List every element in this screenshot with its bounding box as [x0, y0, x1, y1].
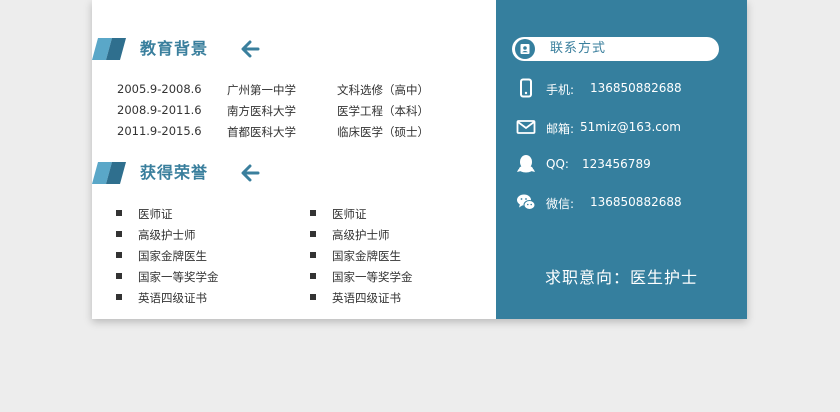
bullet-square-icon [310, 273, 316, 279]
bullet-square-icon [116, 210, 122, 216]
wechat-value: 136850882688 [590, 195, 682, 209]
honor-label: 医师证 [332, 207, 367, 221]
bullet-square-icon [310, 294, 316, 300]
bullet-square-icon [310, 210, 316, 216]
arrow-left-icon [241, 40, 260, 58]
job-intent: 求职意向：医生护士 [544, 268, 698, 287]
wechat-label: 微信: [546, 197, 575, 211]
phone-label: 手机: [546, 83, 575, 97]
contact-header: 联系方式 [512, 37, 719, 61]
arrow-left-icon [241, 164, 260, 182]
phone-icon [520, 78, 532, 98]
bullet-square-icon [116, 273, 122, 279]
honors-title: 获得荣誉 [140, 163, 209, 182]
bullet-square-icon [116, 252, 122, 258]
email-value: 51miz@163.com [580, 120, 681, 134]
education-major: 医学工程（本科） [337, 104, 429, 118]
contact-title: 联系方式 [550, 41, 607, 56]
bullet-square-icon [116, 294, 122, 300]
education-major: 临床医学（硕士） [337, 125, 429, 139]
contact-panel: 联系方式 手机: 136850882688 邮箱: 51miz@163.com [496, 0, 747, 319]
education-school: 广州第一中学 [227, 83, 296, 97]
bullet-square-icon [310, 252, 316, 258]
education-major: 文科选修（高中） [337, 83, 429, 97]
mail-icon [516, 120, 536, 134]
honor-label: 国家金牌医生 [138, 249, 207, 263]
honor-label: 高级护士师 [138, 228, 196, 242]
email-label: 邮箱: [546, 122, 575, 136]
section-marker-icon [92, 162, 126, 184]
honor-label: 国家一等奖学金 [332, 270, 413, 284]
education-school: 首都医科大学 [227, 125, 296, 139]
qq-label: QQ: [546, 157, 569, 171]
education-period: 2005.9-2008.6 [117, 82, 202, 96]
honor-label: 国家金牌医生 [332, 249, 401, 263]
left-panel: 教育背景 2005.9-2008.6 广州第一中学 文科选修（高中） 2008.… [92, 0, 496, 319]
phone-value: 136850882688 [590, 81, 682, 95]
qq-penguin-icon [517, 155, 535, 173]
education-title: 教育背景 [140, 39, 209, 58]
education-period: 2011.9-2015.6 [117, 124, 202, 138]
education-school: 南方医科大学 [227, 104, 296, 118]
honor-label: 英语四级证书 [332, 291, 401, 305]
education-period: 2008.9-2011.6 [117, 103, 202, 117]
bullet-square-icon [310, 231, 316, 237]
wechat-icon [517, 194, 536, 210]
contact-book-icon [515, 39, 535, 59]
honor-label: 高级护士师 [332, 228, 390, 242]
honor-label: 英语四级证书 [138, 291, 207, 305]
bullet-square-icon [116, 231, 122, 237]
section-marker-icon [92, 38, 126, 60]
honor-label: 国家一等奖学金 [138, 270, 219, 284]
qq-value: 123456789 [582, 157, 651, 171]
resume-card: 教育背景 2005.9-2008.6 广州第一中学 文科选修（高中） 2008.… [92, 0, 747, 319]
honor-label: 医师证 [138, 207, 173, 221]
